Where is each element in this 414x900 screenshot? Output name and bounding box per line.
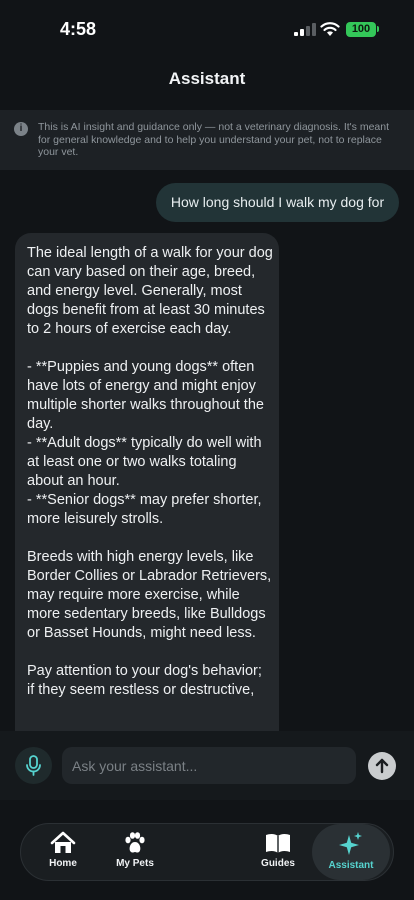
assistant-message-text: The ideal length of a walk for your dog …	[27, 244, 273, 700]
tab-my-pets[interactable]: My Pets	[108, 824, 162, 880]
signal-icon	[294, 23, 316, 36]
page-title: Assistant	[168, 69, 246, 88]
tab-label: Guides	[261, 858, 295, 869]
battery-tip	[377, 26, 379, 32]
assistant-paragraph: The ideal length of a walk for your dog …	[27, 245, 273, 337]
assistant-paragraph: Breeds with high energy levels, like Bor…	[27, 549, 272, 641]
status-bar: 4:58 100	[0, 0, 414, 58]
assistant-bullet: - **Adult dogs** typically do well with …	[27, 435, 262, 489]
assistant-bullet: - **Puppies and young dogs** often have …	[27, 359, 264, 432]
wifi-icon	[320, 22, 340, 36]
status-time: 4:58	[60, 19, 97, 39]
paw-icon	[125, 832, 145, 853]
user-message-bubble: How long should I walk my dog for	[156, 183, 399, 222]
tab-home[interactable]: Home	[38, 824, 88, 880]
assistant-message-bubble: The ideal length of a walk for your dog …	[15, 233, 279, 745]
arrow-up-icon	[375, 758, 389, 774]
disclaimer-text: This is AI insight and guidance only — n…	[38, 121, 390, 158]
microphone-icon	[26, 755, 41, 776]
tab-guides[interactable]: Guides	[253, 824, 303, 880]
info-icon: i	[14, 122, 28, 136]
assistant-paragraph: Pay attention to your dog's behavior; if…	[27, 663, 262, 698]
tab-label: Home	[49, 858, 77, 869]
message-input[interactable]	[62, 747, 356, 784]
assistant-bullet: - **Senior dogs** may prefer shorter, mo…	[27, 492, 262, 527]
tab-label: Assistant	[328, 860, 374, 871]
tab-label: My Pets	[116, 858, 154, 869]
sparkles-icon	[339, 832, 362, 855]
book-icon	[266, 833, 290, 853]
tab-assistant[interactable]: Assistant	[312, 824, 390, 880]
battery-level: 100	[346, 22, 376, 37]
send-button[interactable]	[368, 752, 396, 780]
mic-button[interactable]	[15, 747, 52, 784]
home-icon	[50, 831, 76, 853]
